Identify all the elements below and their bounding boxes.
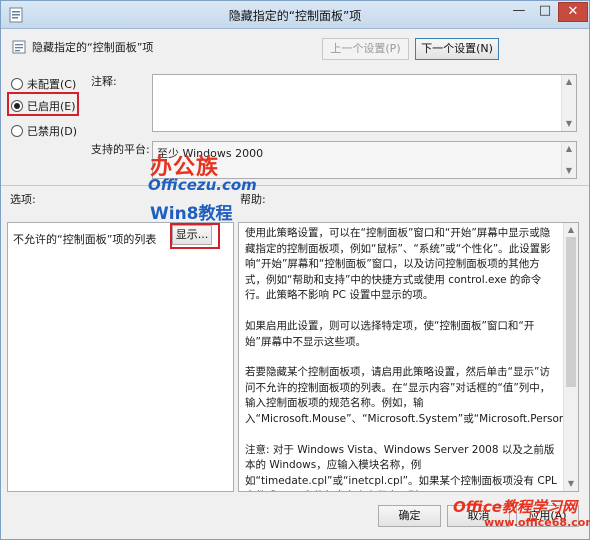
site2-title-watermark: Office教程学习网 [453,498,577,516]
scroll-up-icon[interactable]: ▲ [566,225,576,235]
options-label: 选项: [10,193,36,206]
scroll-up-icon[interactable]: ▲ [564,77,574,87]
series-watermark: Win8教程 [150,204,233,224]
scroll-down-icon[interactable]: ▼ [564,119,574,129]
title-bar[interactable]: 隐藏指定的“控制面板”项 — □ ✕ [1,1,589,29]
setting-title: 隐藏指定的“控制面板”项 [32,41,154,54]
not-configured-label: 未配置(C) [27,78,77,91]
comment-label: 注释: [91,75,117,88]
not-configured-radio[interactable]: 未配置(C) [11,75,76,93]
group-policy-window: 隐藏指定的“控制面板”项 — □ ✕ 隐藏指定的“控制面板”项 上一个设置(P)… [0,0,590,540]
radio-circle[interactable] [11,125,23,137]
site-watermark: Officezu.com [148,176,257,194]
support-scrollbar[interactable]: ▲ ▼ [561,142,576,178]
disabled-radio[interactable]: 已禁用(D) [11,122,77,140]
help-paragraph: 若要隐藏某个控制面板项，请启用此策略设置，然后单击“显示”访问不允许的控制面板项… [245,366,578,425]
comment-field[interactable]: ▲ ▼ [152,74,577,132]
comment-scrollbar[interactable]: ▲ ▼ [561,75,576,131]
ok-button[interactable]: 确定 [378,505,441,527]
scroll-down-icon[interactable]: ▼ [564,166,574,176]
supported-platforms-label: 支持的平台: [91,143,150,156]
close-button[interactable]: ✕ [558,2,588,22]
disabled-label: 已禁用(D) [27,125,78,138]
help-paragraph: 如果启用此设置，则可以选择特定项，使“控制面板”窗口和“开始”屏幕中不显示这些项… [245,319,535,348]
minimize-button[interactable]: — [506,2,532,22]
show-highlight-box [170,223,220,249]
help-panel[interactable]: 使用此策略设置，可以在“控制面板”窗口和“开始”屏幕中显示或隐藏指定的控制面板项… [238,222,579,492]
section-divider [1,185,589,186]
help-text: 使用此策略设置，可以在“控制面板”窗口和“开始”屏幕中显示或隐藏指定的控制面板项… [245,226,578,491]
enabled-highlight-box [7,92,79,116]
disallowed-list-label: 不允许的“控制面板”项的列表 [13,233,157,246]
policy-setting-icon [12,40,26,54]
radio-circle[interactable] [11,78,23,90]
help-scrollbar[interactable]: ▲ ▼ [563,223,578,491]
previous-setting-button[interactable]: 上一个设置(P) [322,38,409,60]
site2-url-watermark: www.office68.com [484,516,590,529]
help-paragraph: 注意: 对于 Windows Vista、Windows Server 2008… [245,443,557,491]
scroll-up-icon[interactable]: ▲ [564,144,574,154]
scroll-down-icon[interactable]: ▼ [566,479,576,489]
next-setting-button[interactable]: 下一个设置(N) [415,38,499,60]
help-paragraph: 使用此策略设置，可以在“控制面板”窗口和“开始”屏幕中显示或隐藏指定的控制面板项… [245,227,551,302]
scroll-thumb[interactable] [566,237,576,387]
maximize-button[interactable]: □ [532,2,558,22]
window-title: 隐藏指定的“控制面板”项 [228,9,362,23]
options-panel: 不允许的“控制面板”项的列表 显示... [7,222,234,492]
